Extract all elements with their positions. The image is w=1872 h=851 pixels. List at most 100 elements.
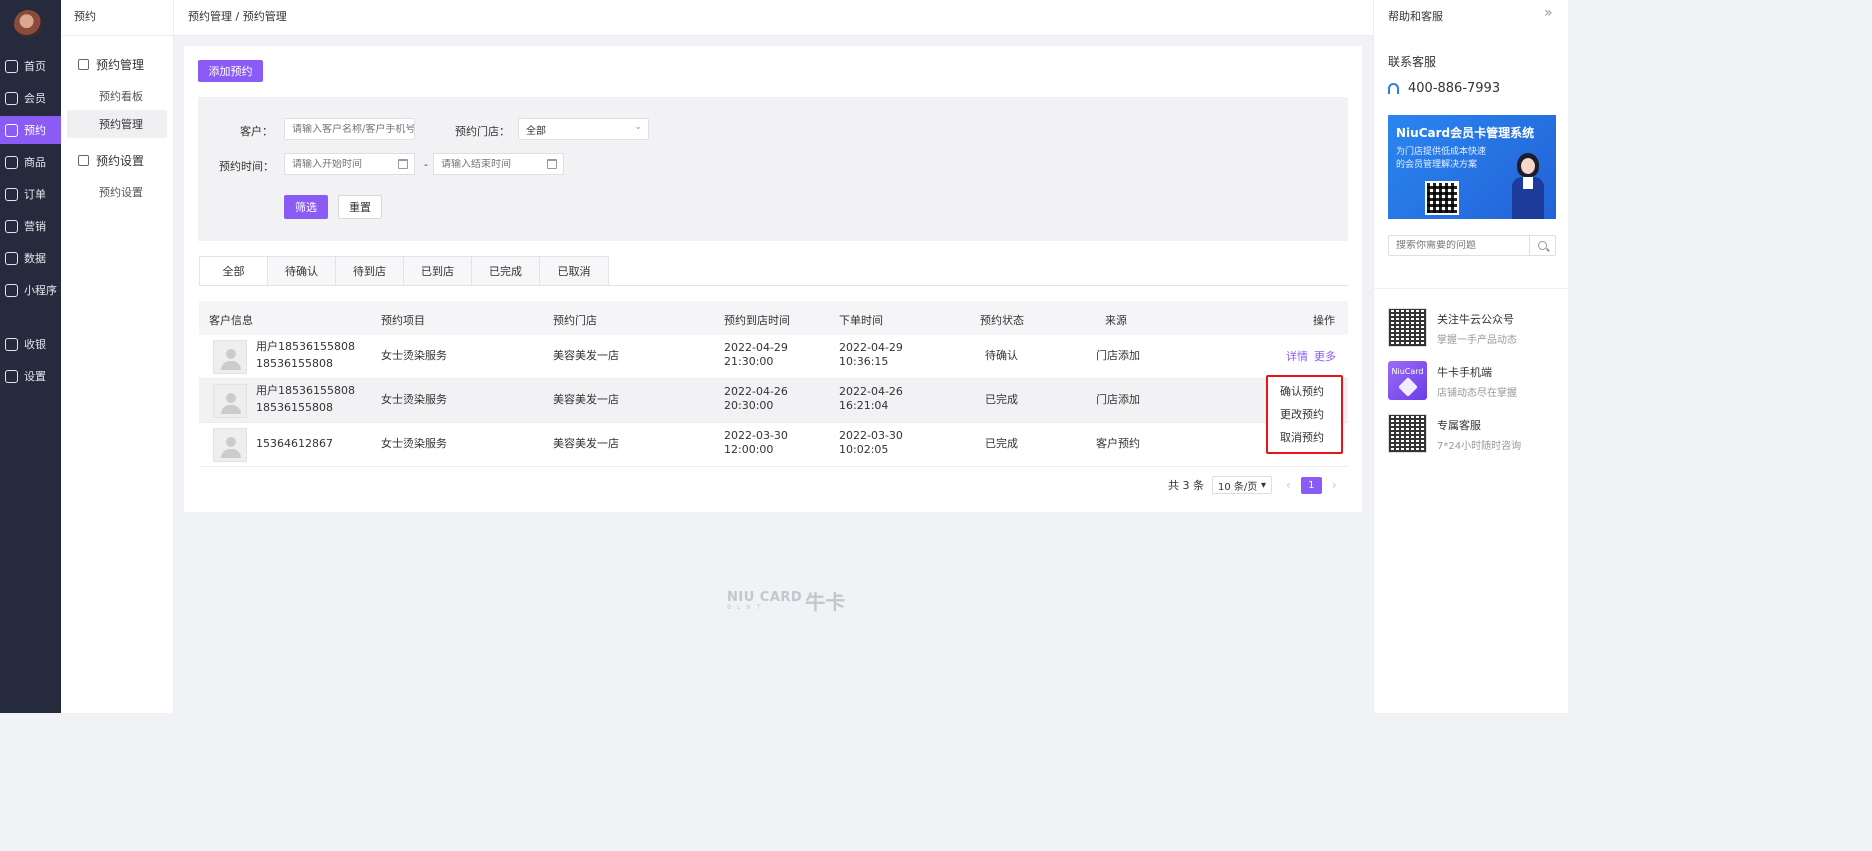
- status-tabs: 全部 待确认 待到店 已到店 已完成 已取消: [199, 256, 609, 286]
- nav-item-order[interactable]: 订单: [0, 180, 61, 208]
- banner-title: NiuCard会员卡管理系统: [1396, 126, 1535, 140]
- tab-pending[interactable]: 待确认: [268, 257, 336, 285]
- source-text: 门店添加: [1096, 349, 1140, 362]
- customer-name: 用户18536155808: [256, 384, 355, 397]
- store-label: 预约门店：: [455, 125, 510, 138]
- detail-link[interactable]: 详情: [1286, 348, 1308, 364]
- table-row[interactable]: 用户18536155808 18536155808 女士烫染服务 美容美发一店 …: [199, 335, 1348, 379]
- store-name: 美容美发一店: [553, 393, 619, 406]
- subnav-item-board[interactable]: 预约看板: [67, 82, 167, 110]
- column-header: 预约状态: [980, 314, 1024, 327]
- source-text: 门店添加: [1096, 393, 1140, 406]
- main-card: 添加预约 客户： 预约门店： 全部 ⌄ 预约时间： - 筛选 重置 全部 待确认…: [184, 46, 1362, 512]
- contact-service[interactable]: 专属客服 7*24小时随时咨询: [1388, 414, 1558, 454]
- arrive-time: 20:30:00: [724, 399, 774, 412]
- tab-to-arrive[interactable]: 待到店: [336, 257, 404, 285]
- nav-label: 商品: [24, 156, 46, 169]
- contact-title: 联系客服: [1388, 55, 1437, 69]
- nav-item-cashier[interactable]: 收银: [0, 330, 61, 358]
- divider: [61, 35, 174, 36]
- top-bar: 预约管理 / 预约管理: [174, 0, 1373, 36]
- settings-icon: [5, 369, 18, 383]
- store-name: 美容美发一店: [553, 437, 619, 450]
- headset-icon: [1388, 83, 1399, 94]
- time-label: 预约时间：: [219, 160, 274, 173]
- subnav-group-label: 预约管理: [96, 58, 145, 72]
- calendar-icon: [547, 159, 557, 169]
- help-search: [1388, 235, 1556, 256]
- nav-item-home[interactable]: 首页: [0, 52, 61, 80]
- confirm-reservation-item[interactable]: 确认预约: [1280, 383, 1324, 399]
- nav-item-settings[interactable]: 设置: [0, 362, 61, 390]
- tab-arrived[interactable]: 已到店: [404, 257, 472, 285]
- collapse-icon[interactable]: »: [1544, 5, 1553, 21]
- heart-icon: [1397, 377, 1418, 397]
- customer-input[interactable]: [292, 123, 414, 135]
- tab-cancelled[interactable]: 已取消: [540, 257, 608, 285]
- end-time-input[interactable]: [441, 158, 563, 170]
- nav-item-member[interactable]: 会员: [0, 84, 61, 112]
- start-time-wrap: [284, 153, 415, 175]
- user-avatar[interactable]: [14, 10, 42, 38]
- nav-item-data[interactable]: 数据: [0, 244, 61, 272]
- table-row[interactable]: 15364612867 女士烫染服务 美容美发一店 2022-03-30 12:…: [199, 423, 1348, 467]
- reset-button[interactable]: 重置: [338, 195, 382, 219]
- service-item: 女士烫染服务: [381, 349, 447, 362]
- help-panel-title: 帮助和客服: [1388, 10, 1443, 23]
- subnav-item-manage[interactable]: 预约管理: [67, 110, 167, 138]
- app-logo-icon: NiuCard: [1388, 361, 1427, 400]
- customer-avatar: [213, 340, 247, 374]
- subnav-group-label: 预约设置: [96, 154, 145, 168]
- store-select[interactable]: 全部 ⌄: [518, 118, 649, 140]
- contact-sub: 店铺动态尽在掌握: [1437, 388, 1517, 399]
- pagination: 共 3 条 10 条/页 ▾ ‹ 1 ›: [1168, 476, 1337, 494]
- nav-item-reservation[interactable]: 预约: [0, 116, 61, 144]
- add-reservation-button[interactable]: 添加预约: [198, 60, 263, 82]
- prev-page-icon[interactable]: ‹: [1286, 478, 1291, 492]
- column-header: 操作: [1313, 314, 1335, 327]
- nav-item-miniapp[interactable]: 小程序: [0, 276, 61, 304]
- contact-mobile[interactable]: NiuCard 牛卡手机端 店铺动态尽在掌握: [1388, 361, 1558, 401]
- watermark-en: NIU CARD: [727, 589, 803, 605]
- table-row[interactable]: 用户18536155808 18536155808 女士烫染服务 美容美发一店 …: [199, 379, 1348, 423]
- search-button[interactable]: [1529, 236, 1555, 255]
- change-reservation-item[interactable]: 更改预约: [1280, 406, 1324, 422]
- qr-code-icon: [1388, 414, 1427, 453]
- nav-item-goods[interactable]: 商品: [0, 148, 61, 176]
- order-icon: [5, 187, 18, 201]
- qr-code-icon: [1388, 308, 1427, 347]
- nav-label: 小程序: [24, 284, 57, 297]
- tab-completed[interactable]: 已完成: [472, 257, 540, 285]
- miniapp-icon: [5, 283, 18, 297]
- page-size-select[interactable]: 10 条/页 ▾: [1212, 476, 1272, 494]
- next-page-icon[interactable]: ›: [1332, 478, 1337, 492]
- main-nav: 首页 会员 预约 商品 订单 营销 数据 小程序 收银 设置: [0, 0, 61, 713]
- subnav-title: 预约: [74, 10, 96, 23]
- home-icon: [5, 59, 18, 73]
- order-time: 10:02:05: [839, 443, 889, 456]
- filter-button[interactable]: 筛选: [284, 195, 328, 219]
- start-time-input[interactable]: [292, 158, 414, 170]
- filter-panel: 客户： 预约门店： 全部 ⌄ 预约时间： - 筛选 重置: [198, 97, 1348, 241]
- cancel-reservation-item[interactable]: 取消预约: [1280, 429, 1324, 445]
- settings-grid-icon: [78, 155, 89, 166]
- calendar-icon: [398, 159, 408, 169]
- arrive-time: 21:30:00: [724, 355, 774, 368]
- customer-input-wrap: [284, 118, 415, 140]
- contact-sub: 7*24小时随时咨询: [1437, 441, 1522, 452]
- tab-all[interactable]: 全部: [200, 257, 268, 285]
- page-number[interactable]: 1: [1300, 476, 1322, 494]
- help-search-input[interactable]: [1389, 240, 1530, 251]
- status-text: 已完成: [985, 437, 1018, 450]
- more-link[interactable]: 更多: [1314, 348, 1336, 364]
- customer-avatar: [213, 384, 247, 418]
- nav-label: 首页: [24, 60, 46, 73]
- divider: [1374, 288, 1569, 289]
- contact-wechat[interactable]: 关注牛云公众号 掌握一手产品动态: [1388, 308, 1558, 348]
- promo-banner[interactable]: NiuCard会员卡管理系统 为门店提供低成本快速 的会员管理解决方案: [1388, 115, 1556, 219]
- subnav-group-settings: 预约设置: [78, 152, 144, 169]
- source-text: 客户预约: [1096, 437, 1140, 450]
- nav-item-marketing[interactable]: 营销: [0, 212, 61, 240]
- subnav-item-settings[interactable]: 预约设置: [67, 178, 167, 206]
- order-time: 10:36:15: [839, 355, 889, 368]
